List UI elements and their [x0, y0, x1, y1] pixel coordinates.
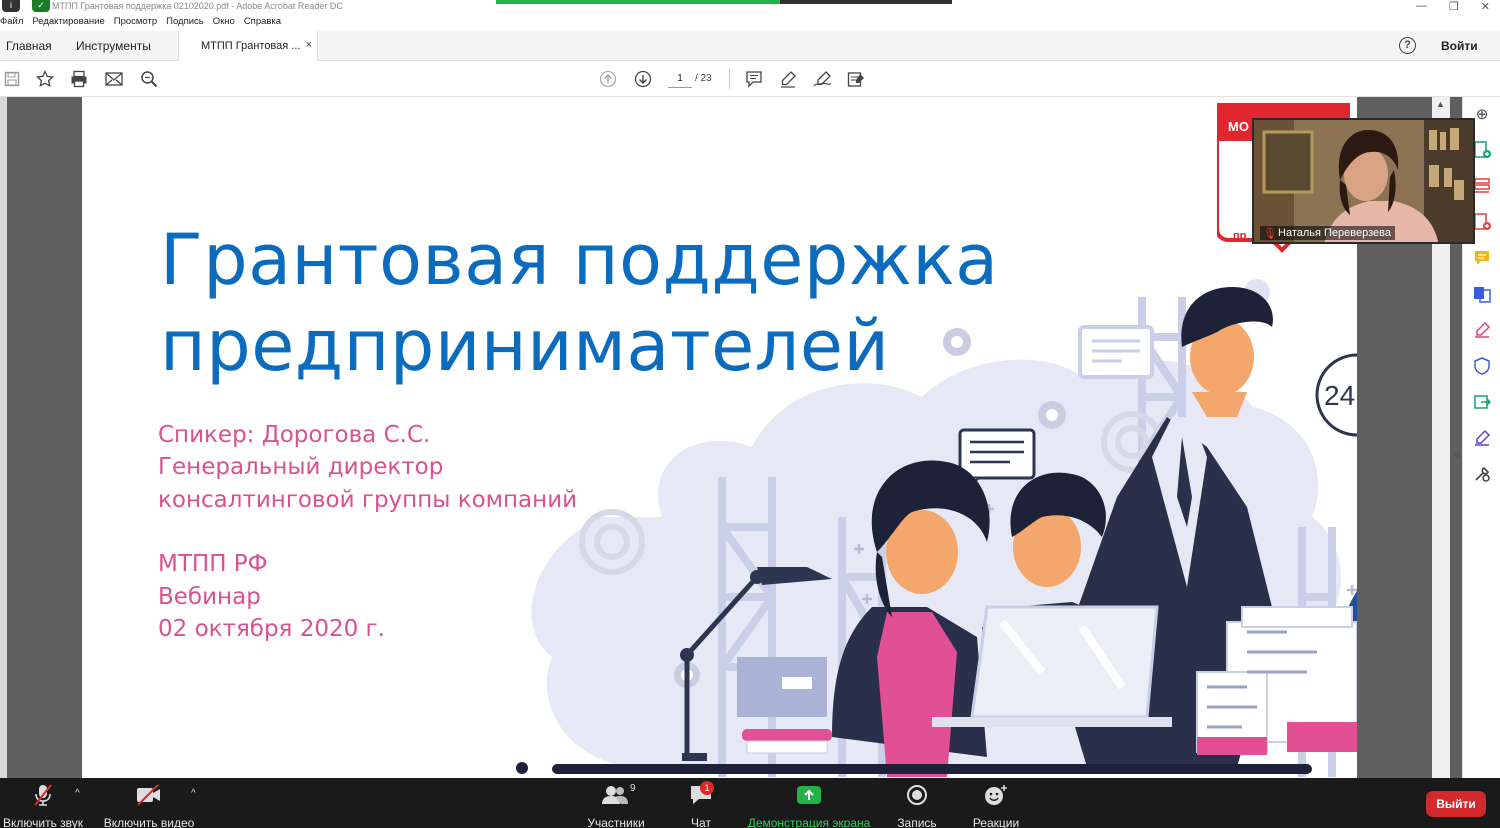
tab-home[interactable]: Главная: [6, 39, 52, 53]
participant-name-label: 🎙 Наталья Переверзева: [1260, 226, 1395, 240]
help-icon[interactable]: ?: [1399, 37, 1416, 54]
unmute-label: Включить звук: [2, 816, 84, 828]
share-screen-icon: [746, 782, 872, 808]
search-icon[interactable]: [139, 69, 159, 89]
start-video-label: Включить видео: [103, 816, 195, 828]
combine-files-icon[interactable]: [1472, 285, 1492, 305]
share-screen-button[interactable]: Демонстрация экрана: [746, 782, 872, 828]
window-title: МТПП Грантовая поддержка 02102020.pdf - …: [52, 1, 343, 11]
organize-pages-icon[interactable]: [1472, 177, 1492, 197]
pdf-page: Грантовая поддержка предпринимателей Спи…: [82, 97, 1357, 778]
screen-share-indicator: [496, 0, 952, 4]
email-icon[interactable]: [104, 69, 124, 89]
export-pdf-icon[interactable]: [1472, 393, 1492, 413]
video-options-chevron-icon[interactable]: ^: [191, 788, 196, 799]
tab-document-label: МТПП Грантовая ...: [201, 40, 301, 52]
document-viewer[interactable]: Грантовая поддержка предпринимателей Спи…: [0, 97, 1462, 778]
fill-sign-icon[interactable]: [847, 69, 867, 89]
muted-mic-icon: [2, 782, 84, 808]
slide-speaker: Спикер: Дорогова С.С.: [158, 422, 431, 448]
edit-pdf-icon[interactable]: [1472, 321, 1492, 341]
protect-icon[interactable]: [1472, 357, 1492, 377]
share-screen-label: Демонстрация экрана: [747, 816, 871, 828]
participants-count: 9: [630, 783, 636, 794]
logo-text: МО: [1228, 119, 1249, 134]
unmute-button[interactable]: Включить звук: [2, 782, 84, 828]
fill-and-sign-icon[interactable]: [1472, 429, 1492, 449]
maximize-icon[interactable]: ❐: [1449, 0, 1459, 13]
badge-24-text: 24: [1324, 380, 1355, 411]
slide-date: 02 октября 2020 г.: [158, 616, 385, 642]
minimize-icon[interactable]: —: [1416, 0, 1427, 13]
menu-sign[interactable]: Подпись: [166, 16, 204, 30]
record-button[interactable]: Запись: [895, 782, 939, 828]
tab-tools[interactable]: Инструменты: [76, 39, 151, 53]
participant-video-tile[interactable]: 🎙 Наталья Переверзева: [1252, 118, 1475, 244]
more-tools-icon[interactable]: [1472, 465, 1492, 485]
start-video-button[interactable]: Включить видео: [103, 782, 195, 828]
save-icon[interactable]: [2, 69, 22, 89]
collapse-panel-icon[interactable]: ◀: [1453, 449, 1460, 460]
menu-edit[interactable]: Редактирование: [32, 16, 104, 30]
sign-icon[interactable]: [813, 69, 833, 89]
participants-button[interactable]: 9 Участники: [583, 782, 649, 828]
audio-options-chevron-icon[interactable]: ^: [75, 788, 80, 799]
menu-bar: Файл Редактирование Просмотр Подпись Окн…: [0, 16, 1500, 30]
chat-label: Чат: [691, 816, 711, 828]
reactions-label: Реакции: [972, 816, 1020, 828]
print-icon[interactable]: [69, 69, 89, 89]
page-up-icon[interactable]: [598, 69, 618, 89]
slide-event: Вебинар: [158, 584, 261, 610]
reactions-button[interactable]: Реакции: [970, 782, 1022, 828]
zoom-security-icon[interactable]: ✓: [32, 0, 50, 12]
participant-name: Наталья Переверзева: [1278, 227, 1391, 239]
business-team-illustration: 24: [516, 279, 1357, 777]
close-window-icon[interactable]: ✕: [1481, 0, 1490, 13]
comment-tool-icon[interactable]: [1472, 249, 1492, 269]
acrobat-toolbar: 1 / 23: [0, 61, 1500, 97]
window-title-bar: i ✓ МТПП Грантовая поддержка 02102020.pd…: [0, 0, 1500, 16]
scroll-up-icon[interactable]: ▲: [1436, 99, 1445, 109]
zoom-info-icon[interactable]: i: [2, 0, 20, 12]
chat-unread-badge: 1: [700, 781, 714, 795]
toolbar-divider: [729, 69, 730, 89]
muted-mic-icon: 🎙: [1263, 228, 1277, 240]
participants-label: Участники: [587, 816, 645, 828]
slide-speaker-role: Генеральный директор: [158, 454, 444, 480]
logo-text-2: пр: [1233, 230, 1247, 242]
participants-icon: 9: [583, 782, 649, 808]
slide-chamber: МТПП РФ: [158, 551, 268, 577]
reactions-icon: [970, 782, 1022, 808]
comment-icon[interactable]: [744, 69, 764, 89]
close-tab-icon[interactable]: ×: [306, 39, 312, 51]
create-pdf-icon[interactable]: [1472, 141, 1492, 161]
page-number-input[interactable]: 1: [668, 70, 692, 88]
zoom-tool-icon[interactable]: ⊕: [1472, 105, 1492, 125]
menu-view[interactable]: Просмотр: [114, 16, 157, 30]
menu-window[interactable]: Окно: [213, 16, 235, 30]
signin-button[interactable]: Войти: [1441, 39, 1478, 53]
menu-file[interactable]: Файл: [0, 16, 23, 30]
leave-meeting-button[interactable]: Выйти: [1426, 791, 1486, 817]
left-sidebar-strip: [0, 97, 7, 778]
zoom-meeting-controls: Включить звук ^ Включить видео ^ 9 Участ…: [0, 778, 1500, 828]
bookmark-star-icon[interactable]: [35, 69, 55, 89]
record-label: Запись: [897, 816, 937, 828]
tab-row: Главная Инструменты МТПП Грантовая ... ×…: [0, 31, 1500, 61]
chat-button[interactable]: 1 Чат: [684, 781, 718, 828]
add-pdf-icon[interactable]: [1472, 213, 1492, 233]
highlight-pen-icon[interactable]: [778, 69, 798, 89]
page-total: / 23: [695, 73, 712, 84]
chat-icon: 1: [684, 781, 718, 808]
tab-document[interactable]: МТПП Грантовая ... ×: [178, 31, 318, 61]
menu-help[interactable]: Справка: [244, 16, 281, 30]
record-icon: [895, 782, 939, 808]
video-off-icon: [103, 782, 195, 808]
page-down-icon[interactable]: [633, 69, 653, 89]
